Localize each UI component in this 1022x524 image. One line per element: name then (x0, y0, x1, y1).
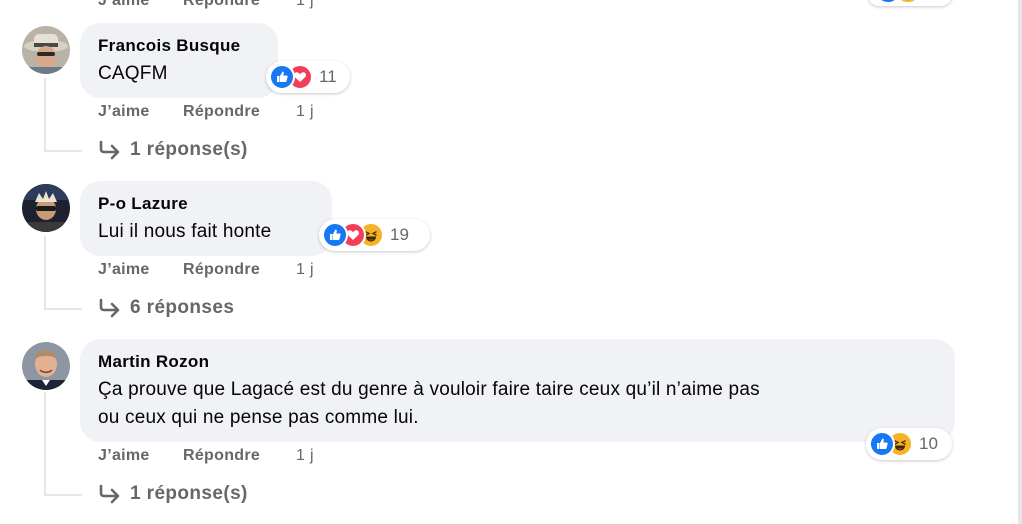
reply-link[interactable]: Répondre (183, 0, 296, 10)
reply-arrow-icon (99, 484, 120, 504)
replies-count-label: 1 réponse(s) (130, 483, 248, 504)
comment-actions: J’aime Répondre 1 j (98, 261, 314, 279)
reply-link[interactable]: Répondre (183, 447, 296, 465)
timestamp[interactable]: 1 j (296, 103, 314, 121)
like-link[interactable]: J’aime (98, 261, 183, 279)
thread-elbow (44, 494, 82, 496)
like-icon (322, 222, 348, 248)
replies-count-label: 6 réponses (130, 297, 235, 318)
comment-text: Lui il nous fait honte (98, 221, 272, 242)
reactions-badge[interactable]: 10 (866, 428, 952, 460)
previous-reactions-badge[interactable] (868, 0, 952, 6)
view-replies-link[interactable]: 1 réponse(s) (98, 139, 248, 161)
reply-link[interactable]: Répondre (183, 261, 296, 279)
like-link[interactable]: J’aime (98, 0, 183, 10)
reply-arrow-icon (99, 140, 120, 160)
reaction-count: 10 (919, 434, 938, 453)
reaction-count: 19 (390, 225, 409, 244)
view-replies-link[interactable]: 6 réponses (98, 297, 234, 319)
comment-actions: J’aime Répondre 1 j (98, 103, 314, 121)
reply-link[interactable]: Répondre (183, 103, 296, 121)
reply-arrow-icon (99, 298, 120, 318)
previous-comment-actions: J’aime Répondre 1 j (98, 0, 314, 10)
avatar[interactable] (22, 26, 70, 74)
avatar[interactable] (22, 184, 70, 232)
timestamp[interactable]: 1 j (296, 261, 314, 279)
thread-line (44, 236, 46, 309)
comment-text-line-2: ou ceux qui ne pense pas comme lui. (98, 407, 419, 428)
view-replies-link[interactable]: 1 réponse(s) (98, 483, 248, 505)
like-icon (269, 64, 295, 90)
comment-text-line-1: Ça prouve que Lagacé est du genre à voul… (98, 379, 760, 400)
like-icon (869, 431, 895, 457)
comment-bubble: Francois Busque CAQFM (80, 23, 278, 98)
thread-line (44, 392, 46, 495)
scrollbar-track[interactable] (1018, 0, 1022, 524)
thread-elbow (44, 308, 82, 310)
comment-author[interactable]: P-o Lazure (98, 193, 314, 215)
like-icon (876, 0, 900, 2)
replies-count-label: 1 réponse(s) (130, 139, 248, 160)
comment-author[interactable]: Francois Busque (98, 35, 260, 57)
haha-icon (896, 0, 920, 2)
like-link[interactable]: J’aime (98, 447, 183, 465)
comment-text: CAQFM (98, 63, 168, 84)
comment-bubble: Martin Rozon Ça prouve que Lagacé est du… (80, 339, 955, 442)
timestamp[interactable]: 1 j (296, 447, 314, 465)
comment-author[interactable]: Martin Rozon (98, 351, 937, 373)
reaction-count: 11 (319, 67, 337, 86)
like-link[interactable]: J’aime (98, 103, 183, 121)
comment-actions: J’aime Répondre 1 j (98, 447, 314, 465)
avatar[interactable] (22, 342, 70, 390)
comment-bubble: P-o Lazure Lui il nous fait honte (80, 181, 332, 256)
reactions-badge[interactable]: 19 (319, 219, 430, 251)
thread-elbow (44, 150, 82, 152)
reactions-badge[interactable]: 11 (266, 61, 350, 93)
thread-line (44, 78, 46, 151)
timestamp[interactable]: 1 j (296, 0, 314, 10)
